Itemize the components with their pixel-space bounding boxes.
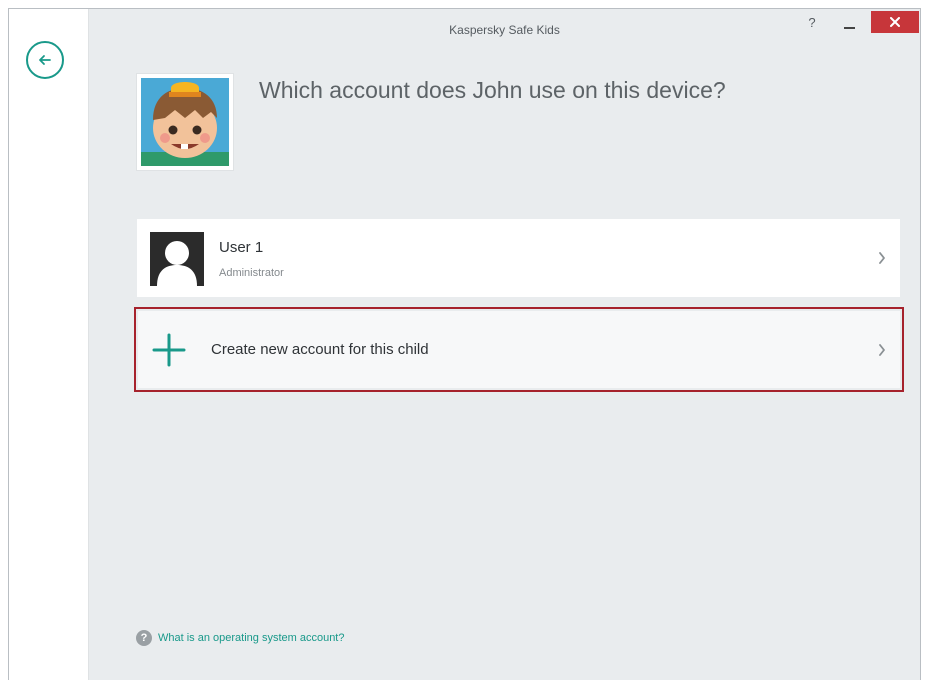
child-avatar (136, 73, 234, 171)
create-account-button[interactable]: Create new account for this child (134, 307, 904, 392)
close-icon (890, 17, 900, 27)
account-item-user-1[interactable]: User 1 Administrator (137, 219, 900, 297)
chevron-right-icon (879, 252, 885, 264)
close-button[interactable] (871, 11, 919, 33)
child-avatar-icon (141, 78, 229, 166)
create-account-panel: Create new account for this child (138, 311, 900, 388)
help-link-text: What is an operating system account? (158, 632, 345, 644)
user-silhouette-icon (150, 232, 204, 286)
app-window: Kaspersky Safe Kids ? Which account does… (8, 8, 921, 680)
user-avatar (150, 232, 204, 286)
info-icon: ? (136, 630, 152, 646)
window-title: Kaspersky Safe Kids (449, 23, 560, 37)
create-account-label: Create new account for this child (211, 341, 429, 358)
plus-icon (152, 333, 186, 367)
back-arrow-icon (39, 55, 51, 65)
os-account-help-link[interactable]: ? What is an operating system account? (136, 630, 344, 646)
chevron-right-icon (879, 343, 885, 356)
minimize-button[interactable] (844, 27, 855, 29)
back-button[interactable] (26, 41, 64, 79)
page-heading: Which account does John use on this devi… (259, 77, 726, 103)
left-rail (9, 9, 89, 680)
account-role: Administrator (219, 267, 284, 279)
account-name: User 1 (219, 239, 264, 256)
help-button[interactable]: ? (805, 15, 819, 30)
